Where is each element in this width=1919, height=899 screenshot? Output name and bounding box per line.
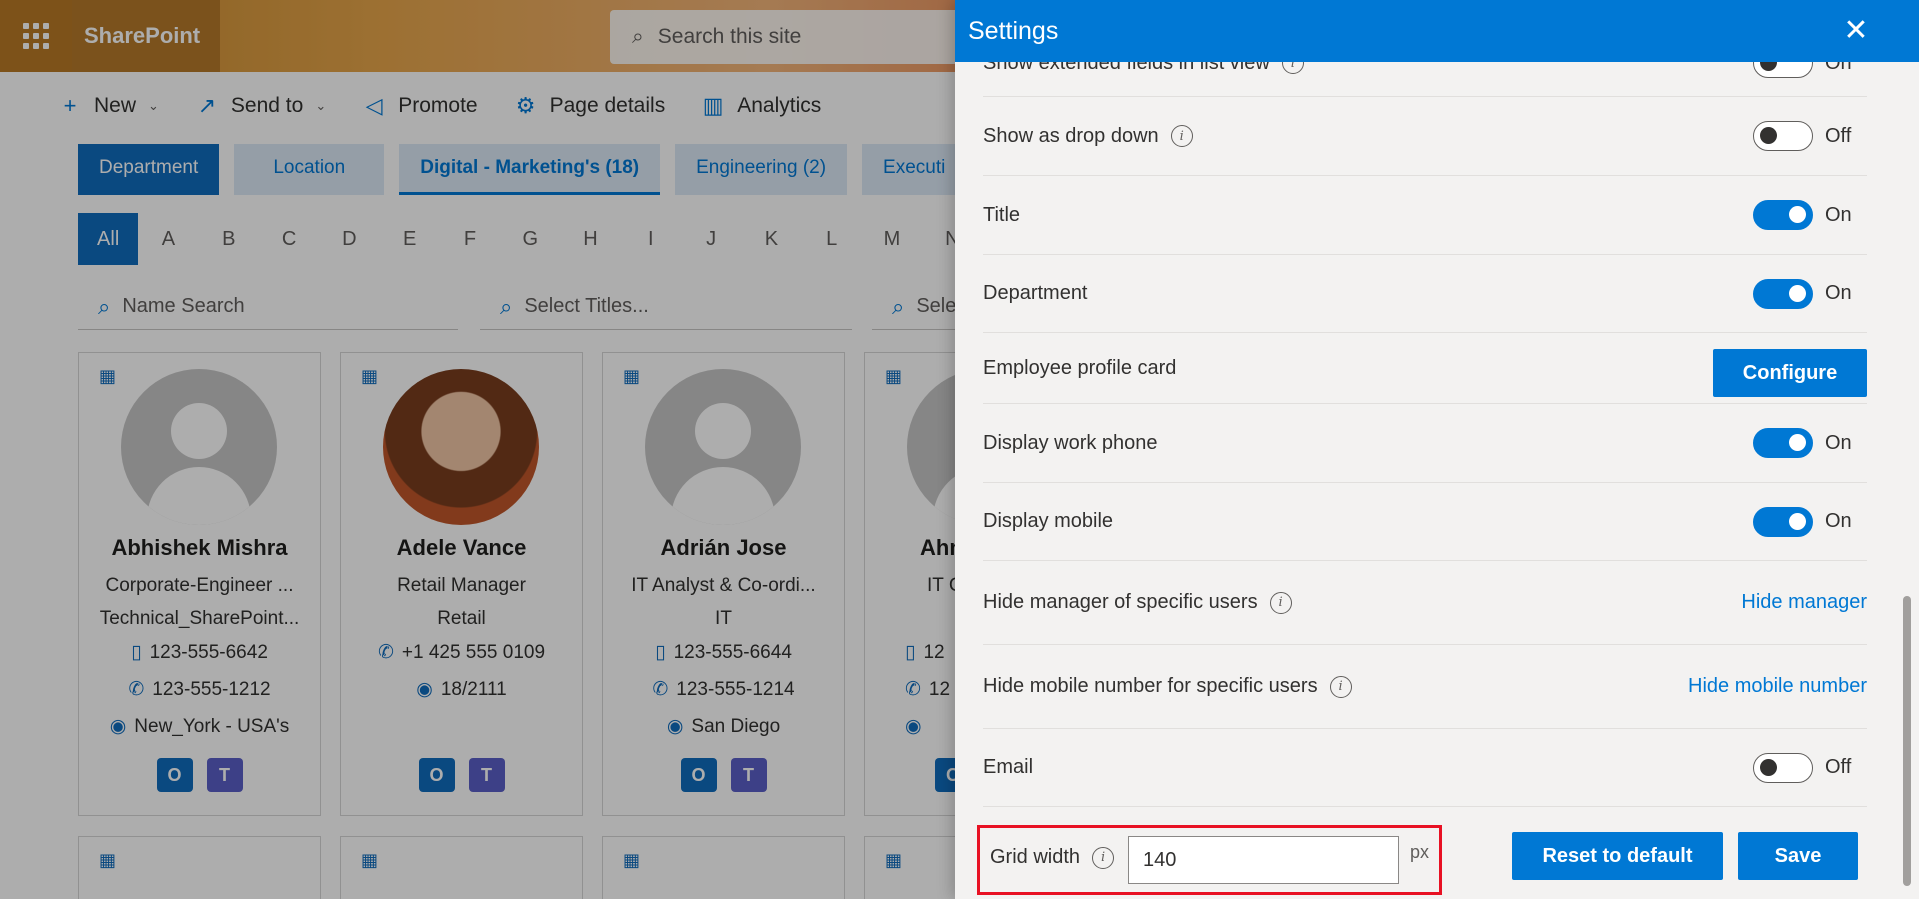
settings-header: Settings ✕ (955, 0, 1919, 62)
setting-row-department: Department On (983, 255, 1867, 333)
setting-row-email: Email Off (983, 729, 1867, 807)
title-toggle[interactable] (1753, 200, 1813, 230)
setting-row-drop-down: Show as drop down i Off (983, 97, 1867, 176)
settings-title: Settings (968, 16, 1059, 45)
toggle-state: Off (1825, 756, 1852, 778)
info-icon[interactable]: i (1092, 846, 1115, 869)
hide-mobile-number-link[interactable]: Hide mobile number (1688, 675, 1867, 698)
grid-width-highlight: Grid width i 140 px (977, 825, 1442, 895)
drop-down-toggle[interactable] (1753, 121, 1813, 151)
info-icon[interactable]: i (1329, 675, 1352, 698)
reset-to-default-button[interactable]: Reset to default (1512, 832, 1723, 880)
settings-footer: Grid width i 140 px Reset to default Sav… (955, 815, 1919, 899)
setting-row-work-phone: Display work phone On (983, 404, 1867, 483)
toggle-state: On (1825, 282, 1852, 304)
info-icon[interactable]: i (1269, 591, 1292, 614)
setting-row-profile-card: Employee profile card Configure (983, 333, 1867, 404)
info-icon[interactable]: i (1170, 125, 1193, 147)
setting-row-mobile: Display mobile On (983, 483, 1867, 561)
toggle-state: On (1825, 203, 1852, 226)
setting-label: Display mobile (983, 510, 1114, 532)
setting-label: Hide mobile number for specific users (983, 675, 1318, 697)
close-button[interactable]: ✕ (1839, 14, 1873, 48)
setting-row-hide-mobile: Hide mobile number for specific users i H… (983, 645, 1867, 729)
hide-manager-link[interactable]: Hide manager (1741, 591, 1867, 614)
setting-label: Show as drop down (983, 124, 1159, 147)
department-toggle[interactable] (1753, 278, 1813, 309)
setting-row-hide-manager: Hide manager of specific users i Hide man… (983, 561, 1867, 645)
settings-panel: Settings ✕ Show extended fields in list … (955, 0, 1919, 899)
toggle-state: On (1825, 431, 1852, 454)
work-phone-toggle[interactable] (1753, 428, 1813, 458)
scrollbar[interactable] (1903, 596, 1911, 886)
setting-label: Email (983, 756, 1034, 778)
close-icon: ✕ (1843, 14, 1869, 47)
grid-width-label: Grid width (990, 846, 1081, 868)
email-toggle[interactable] (1753, 752, 1813, 783)
configure-button[interactable]: Configure (1713, 349, 1867, 397)
setting-label: Title (983, 203, 1021, 226)
grid-width-unit: px (1410, 842, 1430, 862)
toggle-state: On (1825, 510, 1852, 532)
settings-list: Show extended fields in list view i On Sh… (983, 30, 1867, 807)
setting-label: Hide manager of specific users (983, 591, 1258, 613)
mobile-toggle[interactable] (1753, 506, 1813, 537)
setting-label: Display work phone (983, 431, 1158, 454)
save-button[interactable]: Save (1738, 832, 1858, 880)
grid-width-input[interactable]: 140 (1128, 836, 1399, 884)
setting-row-title: Title On (983, 176, 1867, 255)
grid-width-label-group: Grid width i (990, 846, 1115, 869)
toggle-state: Off (1825, 124, 1852, 147)
setting-label: Department (983, 282, 1088, 304)
setting-label: Employee profile card (983, 356, 1177, 379)
